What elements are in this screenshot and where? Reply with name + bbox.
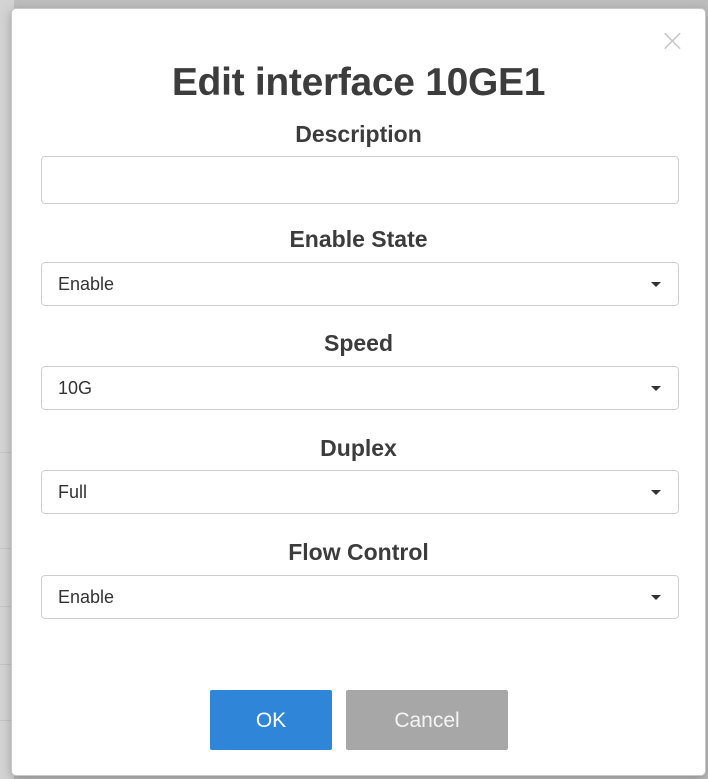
chevron-down-icon xyxy=(651,386,661,391)
speed-select[interactable]: 10G xyxy=(41,366,679,410)
flow-control-select[interactable]: Enable xyxy=(41,575,679,619)
enable-state-label: Enable State xyxy=(289,226,428,252)
duplex-label: Duplex xyxy=(320,435,397,461)
enable-state-value: Enable xyxy=(58,274,115,294)
flow-control-label: Flow Control xyxy=(288,539,429,565)
dialog-title: Edit interface 10GE1 xyxy=(171,61,546,104)
speed-value: 10G xyxy=(58,378,93,398)
close-icon[interactable]: × xyxy=(659,24,686,56)
cancel-button[interactable]: Cancel xyxy=(346,690,508,750)
speed-label: Speed xyxy=(323,330,394,356)
duplex-select[interactable]: Full xyxy=(41,470,679,514)
enable-state-select[interactable]: Enable xyxy=(41,262,679,306)
chevron-down-icon xyxy=(651,490,661,495)
duplex-value: Full xyxy=(58,482,88,502)
chevron-down-icon xyxy=(651,282,661,287)
chevron-down-icon xyxy=(651,595,661,600)
edit-interface-dialog: × Edit interface 10GE1 Description Enabl… xyxy=(11,8,706,776)
description-label: Description xyxy=(295,121,422,147)
flow-control-value: Enable xyxy=(58,587,115,607)
ok-button[interactable]: OK xyxy=(210,690,332,750)
description-input[interactable] xyxy=(41,156,679,204)
